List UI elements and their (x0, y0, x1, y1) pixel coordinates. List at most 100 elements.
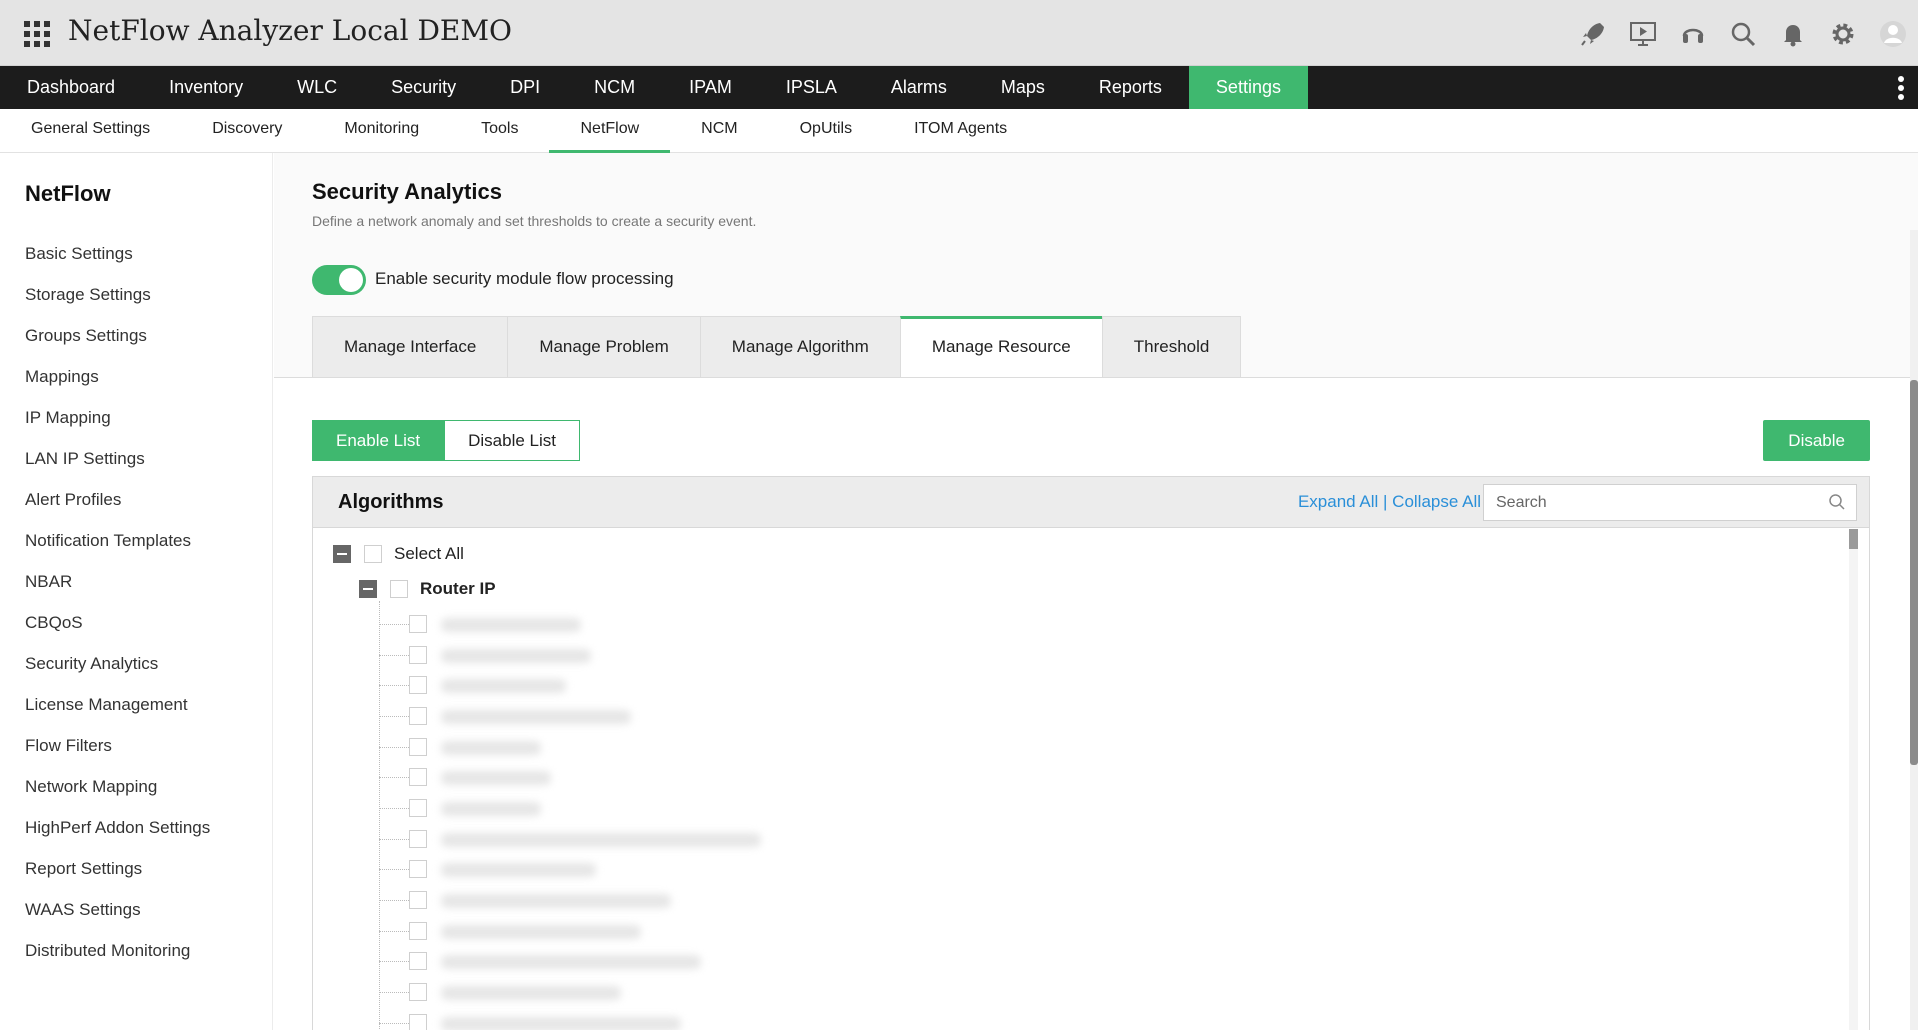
tree-row-select-all: Select All (333, 543, 464, 565)
nav-maps[interactable]: Maps (974, 66, 1072, 109)
nav-ncm[interactable]: NCM (567, 66, 662, 109)
tab-manage-interface[interactable]: Manage Interface (312, 316, 508, 378)
list-toggle-group: Enable List Disable List (312, 420, 580, 461)
headset-icon[interactable] (1668, 12, 1718, 56)
collapse-toggle-icon[interactable] (333, 545, 351, 563)
child-checkbox[interactable] (409, 860, 427, 878)
nav-ipsla[interactable]: IPSLA (759, 66, 864, 109)
subnav-oputils[interactable]: OpUtils (769, 109, 883, 153)
search-input[interactable] (1484, 485, 1814, 520)
nav-wlc[interactable]: WLC (270, 66, 364, 109)
nav-ipam[interactable]: IPAM (662, 66, 759, 109)
rocket-icon[interactable] (1568, 12, 1618, 56)
redacted-item (441, 679, 566, 693)
child-checkbox[interactable] (409, 646, 427, 664)
subnav-netflow[interactable]: NetFlow (549, 109, 671, 153)
collapse-toggle-icon[interactable] (359, 580, 377, 598)
sidebar-item-security-analytics[interactable]: Security Analytics (25, 653, 210, 694)
sidebar-item-ip-mapping[interactable]: IP Mapping (25, 407, 210, 448)
sidebar-item-nbar[interactable]: NBAR (25, 571, 210, 612)
gear-icon[interactable] (1818, 12, 1868, 56)
child-checkbox[interactable] (409, 676, 427, 694)
nav-dpi[interactable]: DPI (483, 66, 567, 109)
redacted-item (441, 986, 621, 1000)
security-module-toggle[interactable] (312, 265, 366, 295)
page-scrollbar-thumb[interactable] (1910, 380, 1918, 765)
page-scrollbar[interactable] (1910, 230, 1918, 1030)
toggle-knob (339, 268, 363, 292)
subnav-itom-agents[interactable]: ITOM Agents (883, 109, 1038, 153)
nav-inventory[interactable]: Inventory (142, 66, 270, 109)
tree-row-child (409, 858, 439, 880)
subnav-ncm[interactable]: NCM (670, 109, 768, 153)
expand-all-link[interactable]: Expand All (1298, 492, 1378, 511)
search-icon[interactable] (1718, 12, 1768, 56)
select-all-checkbox[interactable] (364, 545, 382, 563)
sidebar: NetFlow Basic Settings Storage Settings … (0, 153, 273, 1030)
sidebar-item-waas-settings[interactable]: WAAS Settings (25, 899, 210, 940)
subnav-tools[interactable]: Tools (450, 109, 549, 153)
sidebar-item-notification-templates[interactable]: Notification Templates (25, 530, 210, 571)
tree-row-child (409, 766, 439, 788)
subnav-general-settings[interactable]: General Settings (0, 109, 181, 153)
child-checkbox[interactable] (409, 1014, 427, 1030)
tree-row-child (409, 889, 439, 911)
sidebar-item-mappings[interactable]: Mappings (25, 366, 210, 407)
child-checkbox[interactable] (409, 799, 427, 817)
child-checkbox[interactable] (409, 738, 427, 756)
tab-manage-resource[interactable]: Manage Resource (899, 316, 1102, 378)
tab-threshold[interactable]: Threshold (1101, 316, 1242, 378)
app-grid-icon[interactable] (24, 21, 50, 47)
nav-alarms[interactable]: Alarms (864, 66, 974, 109)
child-checkbox[interactable] (409, 768, 427, 786)
sidebar-item-groups-settings[interactable]: Groups Settings (25, 325, 210, 366)
child-checkbox[interactable] (409, 983, 427, 1001)
tab-manage-problem[interactable]: Manage Problem (507, 316, 700, 378)
child-checkbox[interactable] (409, 615, 427, 633)
router-ip-checkbox[interactable] (390, 580, 408, 598)
tree-connector (379, 747, 409, 748)
redacted-item (441, 771, 551, 785)
subnav-monitoring[interactable]: Monitoring (313, 109, 450, 153)
redacted-item (441, 955, 701, 969)
enable-list-button[interactable]: Enable List (312, 420, 445, 461)
redacted-item (441, 833, 761, 847)
child-checkbox[interactable] (409, 830, 427, 848)
disable-button[interactable]: Disable (1763, 420, 1870, 461)
sidebar-item-storage-settings[interactable]: Storage Settings (25, 284, 210, 325)
sidebar-item-flow-filters[interactable]: Flow Filters (25, 735, 210, 776)
page-description: Define a network anomaly and set thresho… (312, 213, 757, 229)
sidebar-item-basic-settings[interactable]: Basic Settings (25, 243, 210, 284)
more-options-icon[interactable] (1898, 76, 1906, 100)
sidebar-item-highperf-addon-settings[interactable]: HighPerf Addon Settings (25, 817, 210, 858)
search-icon[interactable] (1828, 493, 1846, 511)
sidebar-item-network-mapping[interactable]: Network Mapping (25, 776, 210, 817)
collapse-all-link[interactable]: Collapse All (1392, 492, 1481, 511)
sidebar-item-cbqos[interactable]: CBQoS (25, 612, 210, 653)
search-box (1483, 484, 1857, 521)
sidebar-item-lan-ip-settings[interactable]: LAN IP Settings (25, 448, 210, 489)
nav-security[interactable]: Security (364, 66, 483, 109)
bell-icon[interactable] (1768, 12, 1818, 56)
disable-list-button[interactable]: Disable List (444, 420, 580, 461)
sidebar-item-license-management[interactable]: License Management (25, 694, 210, 735)
tree-scrollbar[interactable] (1849, 529, 1858, 1030)
nav-settings[interactable]: Settings (1188, 66, 1308, 109)
tree-scrollbar-thumb[interactable] (1849, 529, 1858, 549)
child-checkbox[interactable] (409, 922, 427, 940)
child-checkbox[interactable] (409, 891, 427, 909)
nav-dashboard[interactable]: Dashboard (0, 66, 142, 109)
child-checkbox[interactable] (409, 707, 427, 725)
tree-connector (379, 869, 409, 870)
child-checkbox[interactable] (409, 952, 427, 970)
user-avatar-icon[interactable] (1868, 12, 1918, 56)
presentation-icon[interactable] (1618, 12, 1668, 56)
tree-row-child (409, 797, 439, 819)
select-all-label: Select All (394, 544, 464, 563)
sidebar-item-report-settings[interactable]: Report Settings (25, 858, 210, 899)
sidebar-item-alert-profiles[interactable]: Alert Profiles (25, 489, 210, 530)
nav-reports[interactable]: Reports (1072, 66, 1189, 109)
sidebar-item-distributed-monitoring[interactable]: Distributed Monitoring (25, 940, 210, 981)
tab-manage-algorithm[interactable]: Manage Algorithm (699, 316, 900, 378)
subnav-discovery[interactable]: Discovery (181, 109, 313, 153)
